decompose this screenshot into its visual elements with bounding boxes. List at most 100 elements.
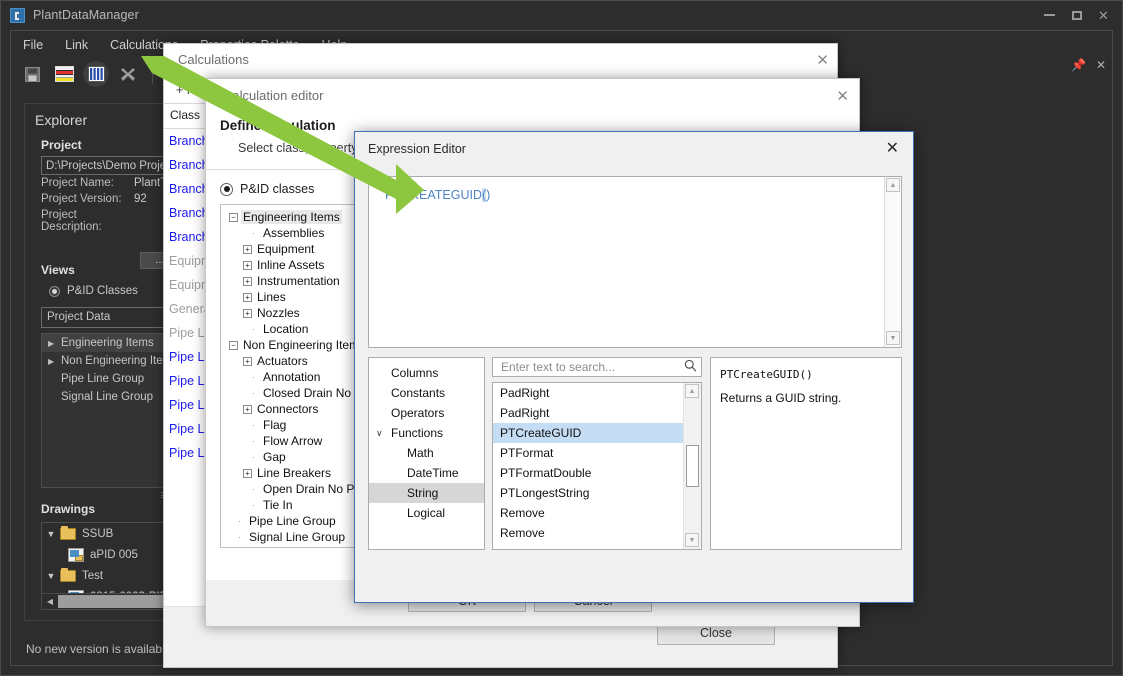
columns-icon[interactable] — [83, 61, 109, 87]
explorer-horizontal-scrollbar[interactable]: ◀ — [41, 593, 183, 610]
list-item[interactable]: PadRight — [493, 403, 701, 423]
tree-connector-icon: · — [252, 372, 255, 382]
radio-dot-icon — [220, 182, 233, 196]
tree-connector-icon: · — [252, 228, 255, 238]
expand-arrow-icon[interactable]: ▶ — [48, 357, 61, 366]
maximize-button[interactable] — [1064, 5, 1089, 25]
tree-connector-icon: · — [252, 500, 255, 510]
project-description-label: Project Description: — [41, 209, 102, 233]
tree-row-label: Location — [263, 322, 309, 336]
scrollbar-thumb[interactable] — [58, 595, 180, 608]
tree-connector-icon: · — [252, 436, 255, 446]
expand-toggle-icon[interactable]: + — [243, 260, 252, 270]
calculation-editor-title: Calculation editor — [223, 88, 324, 103]
list-item[interactable]: PTLongestString — [493, 483, 701, 503]
tree-item-label: Engineering Items — [61, 337, 154, 349]
tree-item-label: Non Engineering Items — [61, 355, 178, 367]
scrollbar-thumb[interactable] — [686, 445, 699, 487]
collapse-caret-icon[interactable]: ▼ — [42, 529, 60, 539]
scroll-left-icon[interactable]: ◀ — [42, 597, 58, 606]
calculations-title: Calculations — [178, 52, 249, 67]
search-input[interactable] — [499, 359, 684, 375]
tree-item-label: Signal Line Group — [61, 391, 154, 403]
collapse-caret-icon[interactable]: ▼ — [42, 571, 60, 581]
function-list[interactable]: PadRight PadRight PTCreateGUID PTFormat … — [492, 382, 702, 550]
tree-row-label: Line Breakers — [257, 466, 332, 480]
pin-icon[interactable]: 📌 — [1071, 58, 1086, 72]
window-controls: ✕ — [1037, 5, 1116, 25]
panel-close-icon[interactable]: ✕ — [1096, 58, 1106, 72]
radio-pid-classes-label: P&ID Classes — [67, 285, 138, 297]
calculations-title-bar: Calculations ✕ — [164, 44, 837, 75]
tree-row-label: Tie In — [263, 498, 293, 512]
category-datetime[interactable]: DateTime — [369, 463, 484, 483]
category-columns[interactable]: Columns — [369, 363, 484, 383]
list-item[interactable]: Remove — [493, 523, 701, 543]
scroll-down-icon[interactable]: ▼ — [886, 331, 900, 345]
toolbar-separator — [152, 64, 153, 84]
app-title: PlantDataManager — [33, 8, 139, 22]
expand-toggle-icon[interactable]: + — [243, 244, 252, 254]
collapse-toggle-icon[interactable]: − — [229, 212, 238, 222]
menu-link[interactable]: Link — [54, 34, 99, 56]
project-version-label: Project Version: — [41, 193, 122, 205]
list-item[interactable]: PadRight — [493, 383, 701, 403]
expression-input-area[interactable]: PTCREATEGUID() ▲ ▼ — [368, 176, 902, 348]
menu-file[interactable]: File — [12, 34, 54, 56]
list-item-selected[interactable]: PTCreateGUID — [493, 423, 701, 443]
category-operators[interactable]: Operators — [369, 403, 484, 423]
category-functions[interactable]: Functions — [369, 423, 484, 443]
tree-row-label: Connectors — [257, 402, 319, 416]
function-list-scrollbar[interactable]: ▲ ▼ — [683, 383, 701, 549]
calculations-close-icon[interactable]: ✕ — [816, 51, 829, 69]
save-icon[interactable] — [19, 61, 45, 87]
category-list[interactable]: Columns Constants Operators Functions Ma… — [368, 357, 485, 550]
scroll-down-icon[interactable]: ▼ — [685, 533, 699, 547]
tree-row-label: Non Engineering Items — [243, 338, 366, 352]
close-button[interactable]: ✕ — [1091, 5, 1116, 25]
table-icon[interactable] — [51, 61, 77, 87]
collapse-toggle-icon[interactable]: − — [229, 340, 238, 350]
splitter-grip[interactable] — [41, 492, 183, 499]
folder-icon — [60, 567, 76, 582]
expression-vertical-scrollbar[interactable]: ▲ ▼ — [884, 177, 901, 347]
delete-icon[interactable] — [115, 61, 141, 87]
expand-toggle-icon[interactable]: + — [243, 292, 252, 302]
expression-editor-close-icon[interactable]: ✕ — [886, 140, 899, 157]
category-constants[interactable]: Constants — [369, 383, 484, 403]
category-math[interactable]: Math — [369, 443, 484, 463]
project-name-label: Project Name: — [41, 177, 114, 189]
list-item[interactable]: Remove — [493, 503, 701, 523]
radio-pid-classes[interactable] — [49, 285, 60, 297]
function-signature: PTCreateGUID() — [720, 368, 813, 381]
tree-row-label: Lines — [257, 290, 286, 304]
expression-suffix: ) — [486, 188, 491, 202]
expand-toggle-icon[interactable]: + — [243, 468, 252, 478]
expand-arrow-icon[interactable]: ▶ — [48, 339, 61, 348]
tree-connector-icon: · — [238, 516, 241, 526]
category-logical[interactable]: Logical — [369, 503, 484, 523]
list-item[interactable]: PTFormat — [493, 443, 701, 463]
expand-toggle-icon[interactable]: + — [243, 404, 252, 414]
tree-connector-icon: · — [252, 420, 255, 430]
status-text: No new version is available. — [26, 642, 175, 656]
scroll-up-icon[interactable]: ▲ — [685, 384, 699, 398]
expression-prefix: PTCREATEGUID — [385, 188, 482, 202]
screen-root: PlantDataManager ✕ File Link Calculation… — [0, 0, 1123, 676]
function-search-box[interactable] — [492, 357, 702, 377]
expand-toggle-icon[interactable]: + — [243, 356, 252, 366]
scroll-up-icon[interactable]: ▲ — [886, 178, 900, 192]
list-item[interactable]: PTFormatDouble — [493, 463, 701, 483]
expand-toggle-icon[interactable]: + — [243, 276, 252, 286]
expand-toggle-icon[interactable]: + — [243, 308, 252, 318]
calculation-editor-title-bar: Calculation editor ✕ — [206, 79, 859, 112]
tree-row-label: Nozzles — [257, 306, 300, 320]
calculation-editor-close-icon[interactable]: ✕ — [836, 87, 849, 105]
category-string[interactable]: String — [369, 483, 484, 503]
tree-row-label: Assemblies — [263, 226, 325, 240]
project-version-value: 92 — [134, 193, 147, 205]
title-bar: PlantDataManager ✕ — [1, 1, 1122, 29]
define-calculation-heading: Define calculation — [220, 118, 336, 133]
radio-pid-classes[interactable]: P&ID classes — [220, 182, 314, 196]
minimize-button[interactable] — [1037, 5, 1062, 25]
